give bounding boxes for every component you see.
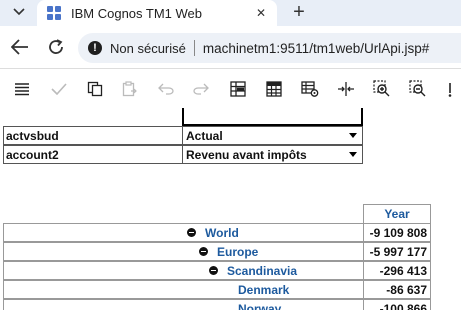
row-member-label: Europe <box>217 244 259 259</box>
title-dimension-name: account2 <box>3 145 183 164</box>
collapse-icon[interactable] <box>209 266 218 275</box>
plus-icon: + <box>293 1 305 23</box>
grid-row: Denmark -86 637 <box>3 280 431 299</box>
not-secure-label[interactable]: Non sécurisé <box>110 41 186 56</box>
row-member[interactable]: World <box>183 223 363 242</box>
browser-nav-bar: ! Non sécurisé machinetm1:9511/tm1web/Ur… <box>0 26 461 68</box>
new-tab-button[interactable]: + <box>287 1 311 23</box>
tm1-toolbar <box>0 68 461 108</box>
data-cell[interactable]: -5 997 177 <box>363 242 431 261</box>
tm1-favicon-icon <box>47 6 61 20</box>
collapse-icon[interactable] <box>187 228 196 237</box>
data-cell[interactable]: -296 413 <box>363 261 431 280</box>
column-header-year[interactable]: Year <box>363 204 431 223</box>
tab-close-icon[interactable]: ✕ <box>253 5 269 21</box>
menu-icon[interactable] <box>11 78 33 100</box>
zoom-out-icon[interactable] <box>407 78 429 100</box>
row-member[interactable]: Norway <box>183 299 363 310</box>
grid-row: World -9 109 808 <box>3 223 431 242</box>
reload-button[interactable] <box>44 35 68 59</box>
cube-viewer: actvsbud Actual account2 Revenu avant im… <box>0 108 461 310</box>
collapse-icon[interactable] <box>199 247 208 256</box>
browser-tab[interactable]: IBM Cognos TM1 Web ✕ <box>37 0 277 26</box>
row-member-label: Scandinavia <box>227 263 298 278</box>
row-member-label: Denmark <box>238 282 290 297</box>
table-settings-icon[interactable] <box>299 78 321 100</box>
warning-icon[interactable]: ! <box>88 41 102 55</box>
omnibox-divider <box>193 40 195 56</box>
url-text[interactable]: machinetm1:9511/tm1web/UrlApi.jsp# <box>203 41 429 56</box>
row-member[interactable]: Scandinavia <box>183 261 363 280</box>
grid-row: Norway -100 866 <box>3 299 431 310</box>
tab-close-glyph: ✕ <box>255 6 267 20</box>
data-cell[interactable]: -100 866 <box>363 299 431 310</box>
row-member-label: Norway <box>238 301 282 310</box>
grid-row: Scandinavia -296 413 <box>3 261 431 280</box>
address-bar[interactable]: ! Non sécurisé machinetm1:9511/tm1web/Ur… <box>78 33 461 63</box>
grid-icon[interactable] <box>227 78 249 100</box>
browser-tab-strip: IBM Cognos TM1 Web ✕ + <box>0 0 461 26</box>
row-member-label: World <box>205 225 239 240</box>
title-dimension-value: Actual <box>186 128 223 143</box>
zoom-in-icon[interactable] <box>371 78 393 100</box>
tab-title: IBM Cognos TM1 Web <box>71 5 203 21</box>
row-header-spacer <box>3 299 183 310</box>
row-header-spacer <box>3 242 183 261</box>
back-button[interactable] <box>8 35 32 59</box>
copy-icon[interactable] <box>84 78 106 100</box>
reload-icon <box>49 39 63 54</box>
check-icon[interactable] <box>48 78 70 100</box>
dropdown-caret-icon[interactable] <box>349 152 357 157</box>
row-header-spacer <box>3 261 183 280</box>
title-dimension-select-actvsbud[interactable]: Actual <box>183 126 363 145</box>
row-member[interactable]: Europe <box>183 242 363 261</box>
undo-icon[interactable] <box>155 78 177 100</box>
swap-columns-icon[interactable] <box>335 78 357 100</box>
title-dimension-name: actvsbud <box>3 126 183 145</box>
redo-icon[interactable] <box>190 78 212 100</box>
back-arrow-icon <box>11 39 28 55</box>
row-header-spacer <box>3 223 183 242</box>
tab-search-dropdown-icon[interactable] <box>5 1 33 23</box>
calculator-icon[interactable] <box>263 78 285 100</box>
more-icon[interactable] <box>443 78 457 100</box>
data-cell[interactable]: -86 637 <box>363 280 431 299</box>
dropdown-caret-icon[interactable] <box>349 133 357 138</box>
title-dimension-value: Revenu avant impôts <box>186 147 307 162</box>
row-member[interactable]: Denmark <box>183 280 363 299</box>
row-header-spacer <box>3 280 183 299</box>
paste-icon[interactable] <box>119 78 141 100</box>
title-dimension-select-account2[interactable]: Revenu avant impôts <box>183 145 363 164</box>
grid-row: Europe -5 997 177 <box>3 242 431 261</box>
data-cell[interactable]: -9 109 808 <box>363 223 431 242</box>
